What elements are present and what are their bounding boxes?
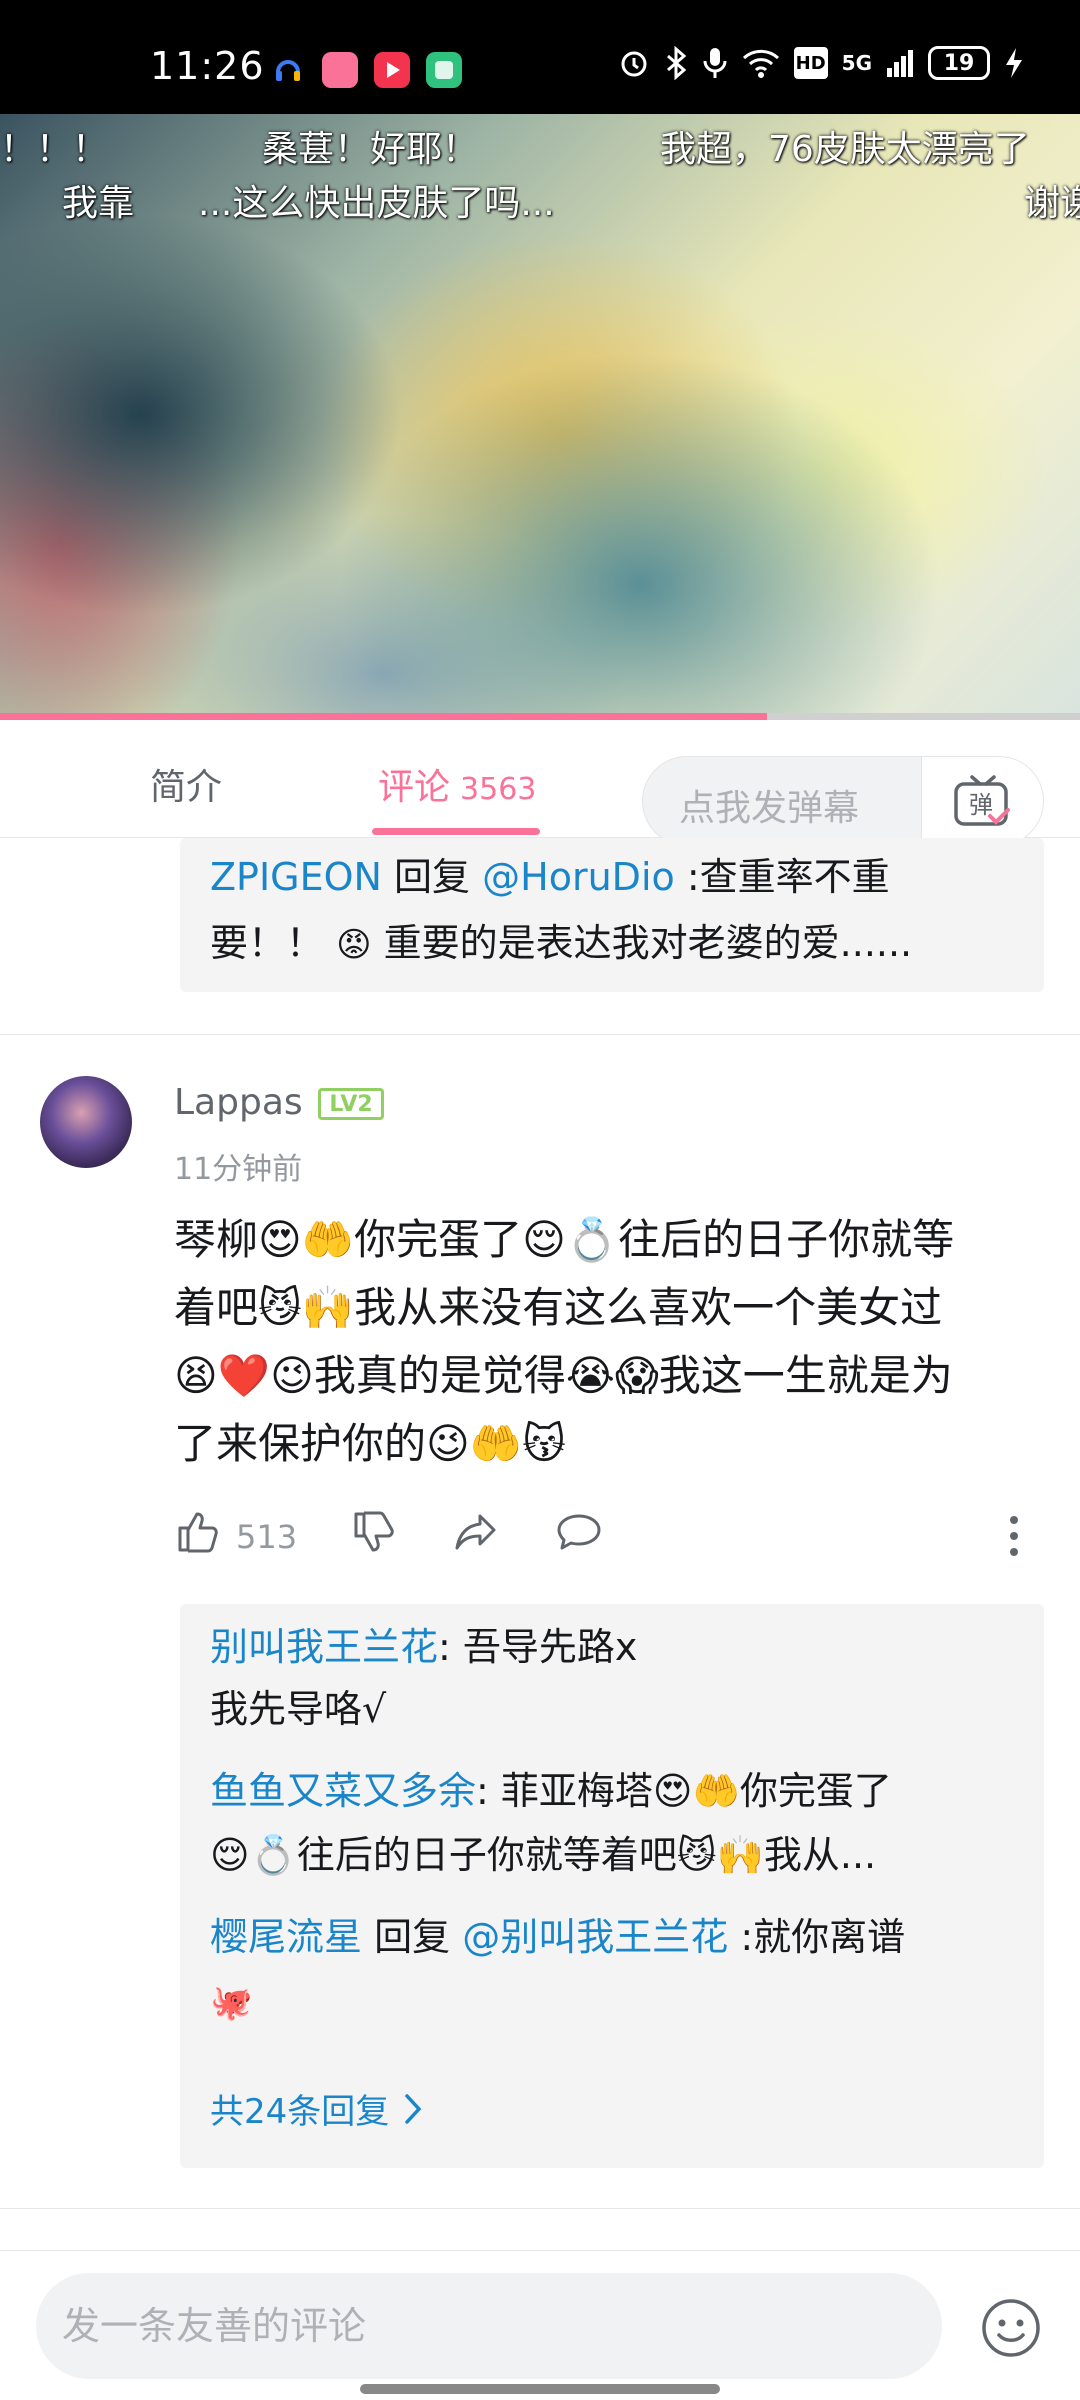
reply-line: 🐙	[210, 1968, 1014, 2036]
tab-active-indicator	[372, 828, 540, 835]
reply-text: 重要的是表达我对老婆的爱......	[383, 921, 913, 965]
charging-icon	[1006, 48, 1022, 78]
reply-line: ZPIGEON 回复 @HoruDio :查重率不重	[210, 844, 1014, 910]
reply-line: 别叫我王兰花: 吾导先路x	[210, 1614, 1014, 1680]
reply-text: 😌💍往后的日子你就等着吧😼🙌我从...	[210, 1833, 877, 1877]
bluetooth-icon	[666, 46, 686, 80]
more-vertical-icon	[1010, 1516, 1018, 1556]
reply-line: 我先导咯√	[210, 1676, 1014, 1742]
comment-time: 11分钟前	[174, 1152, 303, 1187]
hd-icon: HD	[793, 47, 828, 79]
danmaku-text: 我超，76皮肤太漂亮了	[660, 129, 1030, 170]
like-count: 513	[236, 1518, 298, 1556]
reply-word: 回复	[374, 1915, 451, 1959]
level-badge: LV2	[318, 1088, 384, 1120]
green-app-icon	[426, 52, 462, 88]
tab-comments-label: 评论	[378, 767, 451, 808]
thumbs-down-icon	[354, 1511, 394, 1552]
share-button[interactable]	[452, 1508, 500, 1560]
danmaku-text: 我靠	[62, 183, 135, 224]
bilibili-app-icon	[322, 52, 358, 88]
status-icons: HD 5G 19	[618, 46, 1024, 80]
emoji-face-icon	[982, 2299, 1040, 2357]
avatar[interactable]	[40, 1076, 132, 1168]
video-player[interactable]: ！！！ 桑葚！好耶！ 我超，76皮肤太漂亮了 我靠 ...这么快出皮肤了吗...…	[0, 114, 1080, 720]
reply-text: : 吾导先路x	[438, 1625, 638, 1669]
angry-emoji: 😡	[336, 925, 372, 965]
thumbs-up-icon	[178, 1512, 218, 1553]
danmaku-icon: 弹	[953, 775, 1010, 826]
video-progress-bar[interactable]	[0, 713, 1080, 720]
comment-text-line: 😫❤️😉我真的是觉得😭😱我这一生就是为	[174, 1351, 953, 1400]
reply-text: :查重率不重	[686, 855, 890, 899]
danmaku-text: ...这么快出皮肤了吗...	[198, 183, 555, 224]
reply-line: 要！！ 😡 重要的是表达我对老婆的爱......	[210, 910, 1014, 978]
comment-bar	[0, 2250, 1080, 2400]
alarm-icon	[621, 51, 647, 77]
tab-comments-count: 3563	[460, 772, 537, 807]
danmaku-placeholder: 点我发弹幕	[679, 788, 860, 829]
danmaku-text: ！！！	[0, 129, 109, 170]
reply-text: : 菲亚梅塔😍🤲你完蛋了	[476, 1769, 892, 1813]
view-all-replies-link[interactable]: 共24条回复	[210, 2084, 423, 2133]
reply-username[interactable]: 别叫我王兰花	[210, 1625, 438, 1669]
wifi-icon	[742, 49, 779, 78]
more-options-button[interactable]	[998, 1514, 1030, 1562]
speech-bubble-icon	[557, 1514, 601, 1550]
network-type: 5G	[841, 51, 872, 75]
reply-text: 要！！	[210, 921, 325, 965]
dislike-button[interactable]	[350, 1508, 398, 1560]
reply-text: :就你离谱	[740, 1915, 906, 1959]
chevron-right-icon	[405, 2093, 422, 2124]
danmaku-toggle-button[interactable]: 弹	[921, 757, 1043, 845]
video-app-icon	[374, 52, 410, 88]
share-icon	[455, 1514, 496, 1550]
home-indicator[interactable]	[360, 2384, 720, 2394]
tab-bar: 简介 评论 3563 点我发弹幕 弹	[0, 720, 1080, 846]
comment-input[interactable]	[36, 2273, 942, 2379]
reply-line: 😌💍往后的日子你就等着吧😼🙌我从...	[210, 1822, 1014, 1888]
comment-text-line: 着吧😼🙌我从来没有这么喜欢一个美女过	[174, 1283, 943, 1332]
reply-button[interactable]	[554, 1508, 604, 1560]
reply-line: 樱尾流星 回复 @别叫我王兰花 :就你离谱	[210, 1904, 1014, 1970]
reply-word: 回复	[394, 855, 471, 899]
view-all-replies-label: 共24条回复	[210, 2092, 390, 2132]
reply-username[interactable]: ZPIGEON	[210, 855, 382, 899]
reply-username[interactable]: 鱼鱼又菜又多余	[210, 1769, 476, 1813]
divider	[0, 1034, 1080, 1035]
tab-comments[interactable]: 评论 3563	[378, 758, 536, 810]
comment-username[interactable]: Lappas	[174, 1082, 303, 1123]
divider	[0, 2208, 1080, 2209]
reply-mention[interactable]: @HoruDio	[482, 855, 675, 899]
tab-intro[interactable]: 简介	[150, 758, 222, 810]
previous-replies-card[interactable]: ZPIGEON 回复 @HoruDio :查重率不重 要！！ 😡 重要的是表达我…	[180, 838, 1044, 992]
comment-text-line: 琴柳😍🤲你完蛋了😌💍往后的日子你就等	[174, 1215, 955, 1264]
danmaku-text: 桑葚！好耶！	[262, 129, 479, 170]
status-bar: 11:26 HD 5G 19	[0, 0, 1080, 114]
emoji-button[interactable]	[980, 2297, 1042, 2363]
signal-icon	[887, 50, 913, 77]
danmaku-input[interactable]: 点我发弹幕 弹	[642, 756, 1044, 846]
comment-text-line: 了来保护你的😉🤲😽	[174, 1419, 566, 1468]
reply-mention[interactable]: @别叫我王兰花	[462, 1915, 728, 1959]
reply-username[interactable]: 樱尾流星	[210, 1915, 362, 1959]
like-button[interactable]	[174, 1508, 222, 1560]
headset-app-icon	[270, 52, 306, 88]
video-progress-fill	[0, 713, 767, 720]
clock: 11:26	[150, 44, 265, 88]
reply-line: 鱼鱼又菜又多余: 菲亚梅塔😍🤲你完蛋了	[210, 1758, 1014, 1824]
danmaku-text: 谢谢	[1024, 183, 1080, 224]
sticker-emoji: 🐙	[210, 1983, 253, 2023]
battery-icon: 19	[928, 46, 990, 80]
microphone-icon	[703, 48, 727, 78]
reply-text: 我先导咯√	[210, 1687, 387, 1731]
